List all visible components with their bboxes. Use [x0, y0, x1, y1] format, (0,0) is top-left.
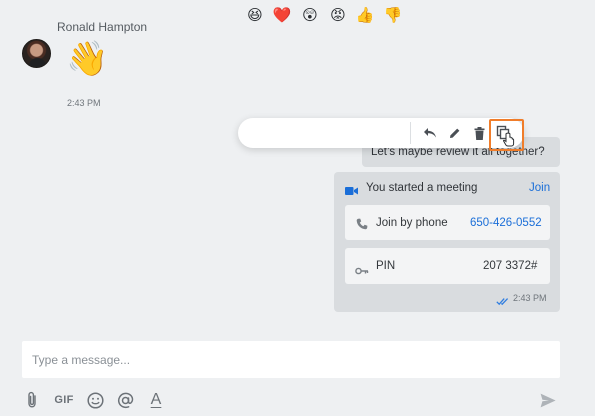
- gif-button[interactable]: GIF: [53, 389, 75, 411]
- phone-number-link[interactable]: 650-426-0552: [470, 217, 542, 229]
- surprised-emoji-reaction[interactable]: 😲: [300, 5, 320, 25]
- join-by-phone-label: Join by phone: [376, 217, 448, 229]
- send-icon[interactable]: [539, 389, 557, 411]
- waving-hand-emoji: 👋: [66, 39, 109, 79]
- heart-emoji-reaction[interactable]: ❤️: [272, 5, 292, 25]
- angry-emoji-reaction[interactable]: 😡: [328, 5, 348, 25]
- key-icon: [355, 262, 369, 280]
- thumbs-down-emoji-reaction[interactable]: 👎: [383, 5, 403, 25]
- delete-icon[interactable]: [470, 124, 488, 142]
- join-meeting-link[interactable]: Join: [529, 182, 550, 194]
- toolbar-divider: [410, 122, 411, 144]
- message-input[interactable]: [32, 350, 532, 370]
- phone-icon: [356, 217, 368, 235]
- copy-icon[interactable]: [496, 125, 516, 147]
- attachment-icon[interactable]: [24, 389, 40, 411]
- avatar[interactable]: [22, 39, 51, 68]
- pin-value: 207 3372#: [483, 260, 538, 272]
- meeting-title: You started a meeting: [366, 182, 478, 194]
- emoji-icon[interactable]: [86, 389, 104, 411]
- thumbs-up-emoji-reaction[interactable]: 👍: [355, 5, 375, 25]
- outgoing-timestamp: 2:43 PM: [513, 293, 547, 303]
- reply-icon[interactable]: [421, 124, 439, 142]
- sender-name: Ronald Hampton: [57, 20, 148, 34]
- read-receipt-icon: [496, 293, 510, 311]
- message-composer: [22, 341, 560, 378]
- text-format-button[interactable]: A: [148, 389, 164, 411]
- incoming-timestamp: 2:43 PM: [67, 98, 101, 108]
- laughing-emoji-reaction[interactable]: 😆: [245, 5, 265, 25]
- pin-label: PIN: [376, 260, 396, 272]
- mention-icon[interactable]: [116, 389, 134, 411]
- video-camera-icon: [345, 183, 358, 201]
- edit-icon[interactable]: [446, 124, 464, 142]
